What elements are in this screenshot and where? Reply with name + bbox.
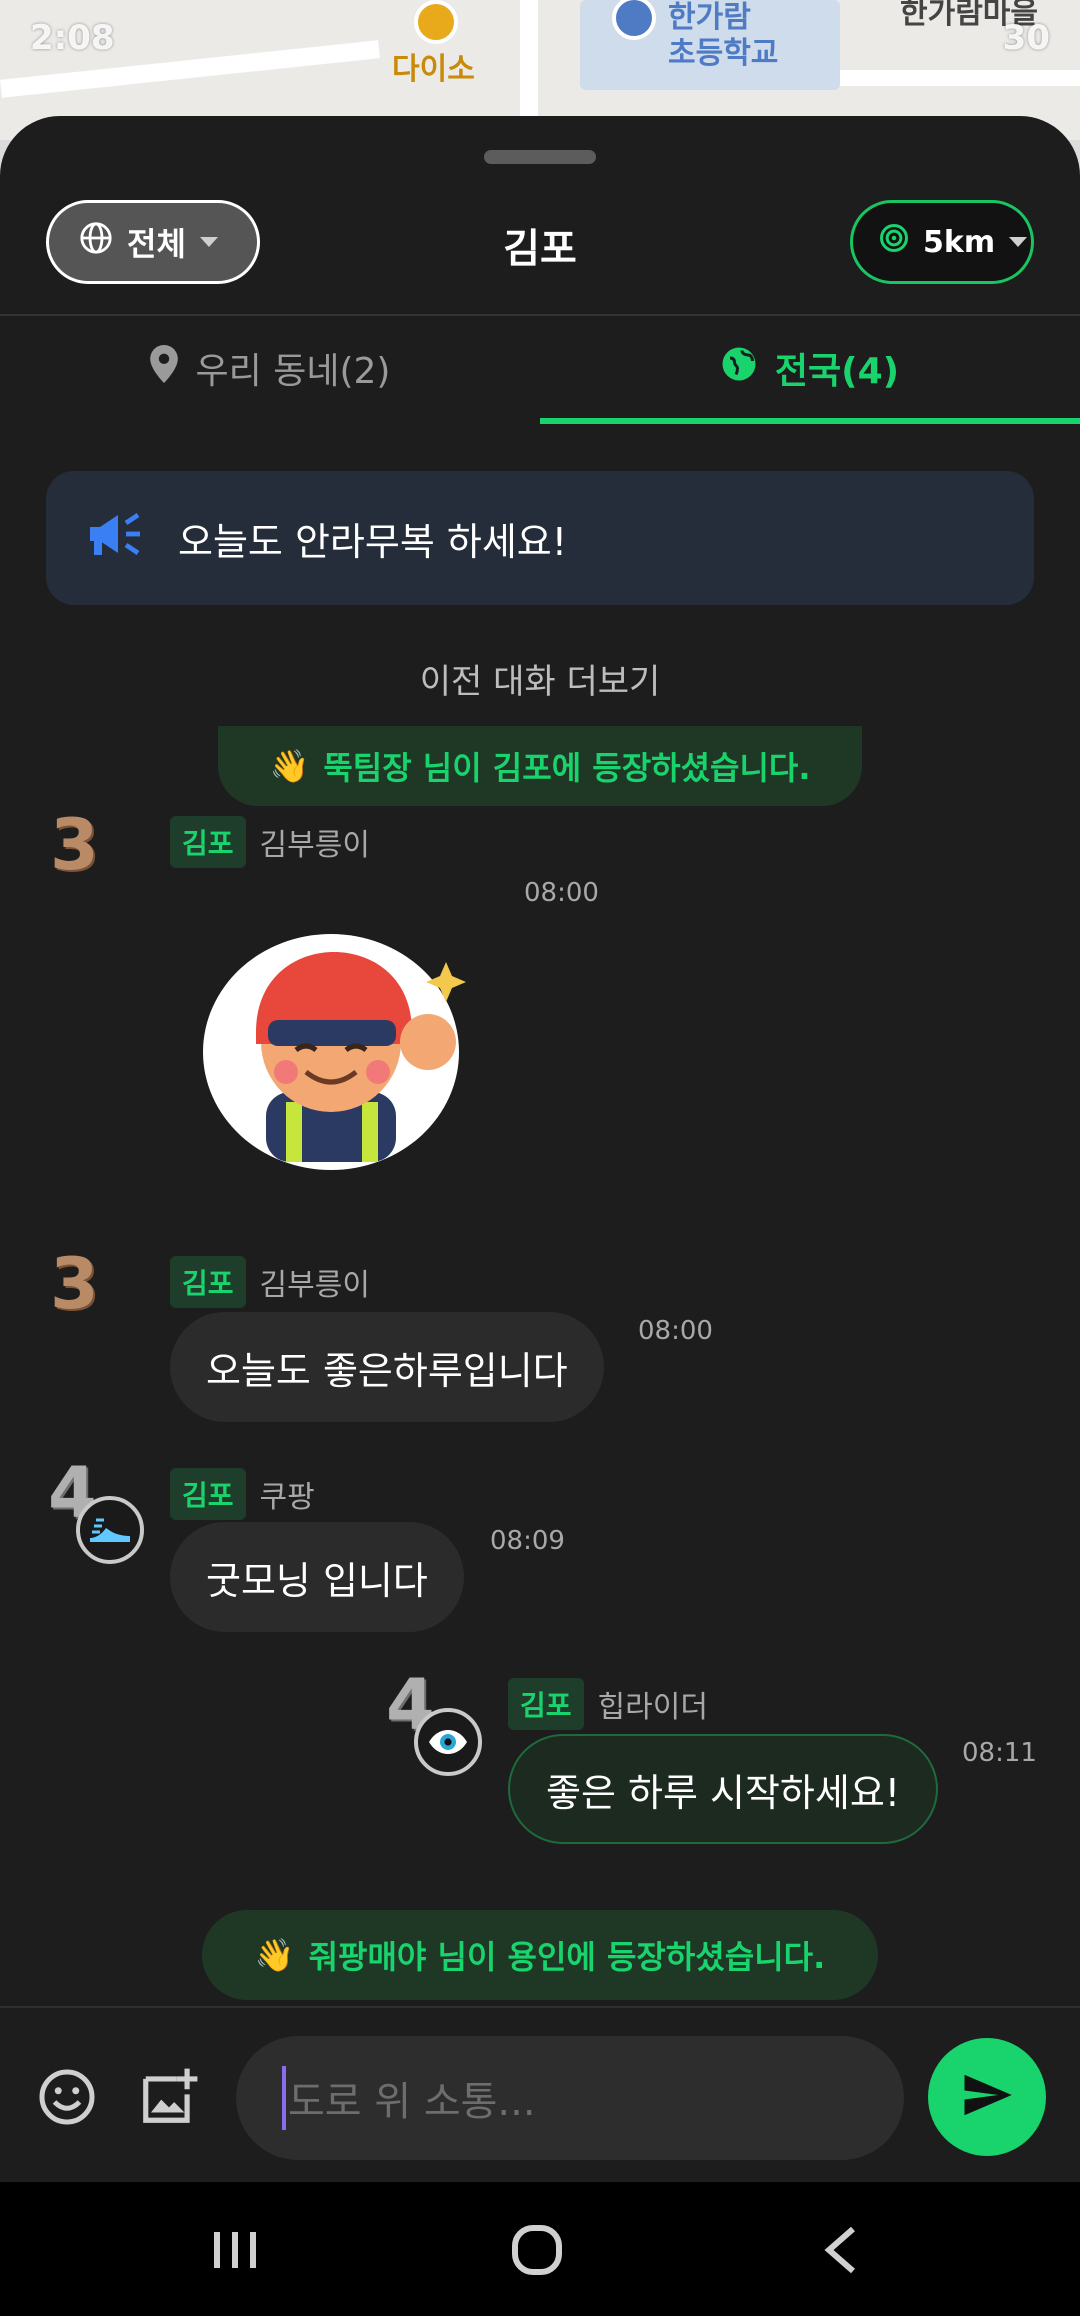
text-cursor bbox=[282, 2066, 286, 2130]
scope-tabs: 우리 동네(2) 전국(4) bbox=[0, 316, 1080, 426]
wave-hand-icon: 👋 bbox=[254, 1936, 295, 1974]
message-input-placeholder: 도로 위 소통... bbox=[288, 2079, 536, 2125]
chat-sheet: 전체 김포 5km 우리 동네(2) 전국(4) 오늘도 안라무복 하세요! 이… bbox=[0, 116, 1080, 2182]
region-tag: 김포 bbox=[170, 816, 246, 868]
nickname[interactable]: 김부릉이 bbox=[260, 1260, 370, 1304]
tab-nation[interactable]: 전국(4) bbox=[540, 316, 1080, 420]
running-shoe-icon bbox=[76, 1496, 144, 1564]
message-time: 08:00 bbox=[638, 1316, 713, 1346]
region-tag: 김포 bbox=[170, 1256, 246, 1308]
composer-bar: 도로 위 소통... bbox=[0, 2006, 1080, 2182]
message-bubble-mine[interactable]: 좋은 하루 시작하세요! bbox=[508, 1734, 939, 1844]
message-meta: 김포 김부릉이 bbox=[170, 816, 370, 868]
rider-sticker[interactable] bbox=[196, 922, 478, 1176]
nickname[interactable]: 쿠팡 bbox=[260, 1472, 315, 1516]
status-bar: 2:08 30 bbox=[30, 18, 1050, 78]
location-pin-icon bbox=[149, 344, 178, 392]
send-icon bbox=[960, 2068, 1014, 2126]
status-battery: 30 bbox=[1002, 18, 1050, 58]
region-tag: 김포 bbox=[170, 1468, 246, 1520]
megaphone-icon bbox=[86, 511, 144, 566]
message-meta: 김포 힙라이더 bbox=[508, 1678, 708, 1730]
message-time: 08:00 bbox=[524, 878, 599, 908]
message-input[interactable]: 도로 위 소통... bbox=[236, 2036, 904, 2160]
system-join-message: 👋 줘팡매야 님이 용인에 등장하셨습니다. bbox=[202, 1910, 878, 2000]
level-badge[interactable]: 3 bbox=[50, 804, 99, 886]
message-time: 08:11 bbox=[962, 1738, 1037, 1768]
add-photo-icon[interactable] bbox=[136, 2064, 202, 2130]
load-more-link[interactable]: 이전 대화 더보기 bbox=[0, 654, 1080, 703]
nickname[interactable]: 김부릉이 bbox=[260, 820, 370, 864]
tab-local-label: 우리 동네(2) bbox=[195, 351, 391, 392]
eye-icon bbox=[414, 1708, 482, 1776]
nickname[interactable]: 힙라이더 bbox=[598, 1682, 708, 1726]
system-join-message: 👋 뚝팀장 님이 김포에 등장하셨습니다. bbox=[218, 726, 862, 806]
sheet-drag-handle[interactable] bbox=[484, 150, 596, 164]
radius-dropdown[interactable]: 5km bbox=[850, 200, 1034, 284]
chevron-down-icon bbox=[1009, 237, 1028, 247]
region-tag: 김포 bbox=[508, 1678, 584, 1730]
radar-icon bbox=[879, 223, 909, 261]
chat-header: 전체 김포 5km bbox=[0, 200, 1080, 316]
status-time: 2:08 bbox=[30, 18, 115, 58]
message-bubble[interactable]: 오늘도 좋은하루입니다 bbox=[170, 1312, 604, 1422]
recent-apps-icon[interactable] bbox=[200, 2220, 270, 2280]
tab-local[interactable]: 우리 동네(2) bbox=[0, 316, 540, 420]
message-meta: 김포 쿠팡 bbox=[170, 1468, 315, 1520]
message-meta: 김포 김부릉이 bbox=[170, 1256, 370, 1308]
notice-text: 오늘도 안라무복 하세요! bbox=[178, 519, 567, 564]
message-time: 08:09 bbox=[490, 1526, 565, 1556]
wave-hand-icon: 👋 bbox=[269, 747, 310, 785]
system-nav-bar bbox=[0, 2182, 1080, 2316]
tab-nation-label: 전국(4) bbox=[774, 351, 900, 392]
notice-banner[interactable]: 오늘도 안라무복 하세요! bbox=[46, 471, 1034, 605]
send-button[interactable] bbox=[928, 2038, 1046, 2156]
level-badge[interactable]: 3 bbox=[50, 1243, 99, 1325]
back-icon[interactable] bbox=[806, 2220, 876, 2280]
emoji-icon[interactable] bbox=[34, 2064, 100, 2130]
message-bubble[interactable]: 굿모닝 입니다 bbox=[170, 1522, 464, 1632]
radius-label: 5km bbox=[923, 224, 996, 260]
home-icon[interactable] bbox=[502, 2220, 572, 2280]
globe-filled-icon bbox=[721, 346, 757, 391]
tab-active-indicator bbox=[540, 418, 1080, 424]
